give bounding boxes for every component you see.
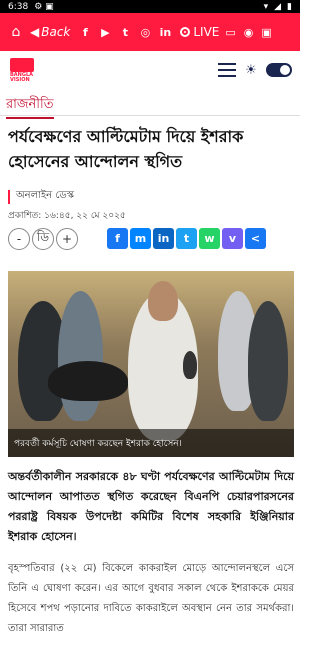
back-arrow-icon: ◀ — [30, 25, 40, 39]
camera-icon[interactable]: ◉ — [244, 26, 254, 39]
back-button[interactable]: ◀ Back — [30, 25, 70, 39]
facebook-icon[interactable]: f — [78, 25, 92, 39]
instagram-icon[interactable]: ◎ — [138, 25, 152, 39]
media-icons: ▭ ◉ ▣ — [225, 26, 271, 39]
status-bar: 6:38 ⚙ ▣ ▾ ◢ ▮ — [0, 0, 300, 13]
bangla-vision-logo[interactable]: BANGLA VISION — [8, 55, 38, 85]
font-reset-button[interactable]: ডি — [32, 228, 54, 250]
menu-icon[interactable] — [218, 63, 236, 77]
status-icons: ⚙ ▣ — [34, 1, 54, 12]
live-button[interactable]: LIVE — [180, 25, 219, 39]
status-time: 6:38 — [8, 1, 29, 12]
font-increase-button[interactable]: + — [56, 228, 78, 250]
messenger-share-icon[interactable]: m — [130, 228, 151, 249]
twitter-icon[interactable]: t — [118, 25, 132, 39]
linkedin-icon[interactable]: in — [158, 25, 172, 39]
divider — [0, 115, 300, 116]
status-right-icons: ▾ ◢ ▮ — [263, 1, 292, 12]
top-navigation-bar: ⌂ ◀ Back f ▶ t ◎ in LIVE ▭ ◉ ▣ — [0, 13, 300, 51]
article-headline: পর্যবেক্ষণের আল্টিমেটাম দিয়ে ইশরাক হোসে… — [8, 127, 244, 171]
home-icon[interactable]: ⌂ — [6, 22, 26, 42]
logo-row: BANGLA VISION ☀ — [0, 51, 300, 89]
tv-icon[interactable]: ▭ — [225, 26, 235, 39]
share-icon[interactable]: < — [245, 228, 266, 249]
twitter-share-icon[interactable]: t — [176, 228, 197, 249]
article-lead: অন্তর্বর্তীকালীন সরকারকে ৪৮ ঘণ্টা পর্যবে… — [8, 470, 294, 543]
author-accent-bar — [8, 189, 10, 204]
linkedin-share-icon[interactable]: in — [153, 228, 174, 249]
font-decrease-button[interactable]: - — [8, 228, 30, 250]
share-buttons: f m in t w v < — [107, 228, 266, 249]
author-name: অনলাইন ডেস্ক — [16, 190, 74, 201]
photo-caption: পরবর্তী কর্মসূচি ঘোষণা করছেন ইশরাক হোসেন… — [8, 429, 294, 457]
article-body: বৃহস্পতিবার (২২ মে) বিকেলে কাকরাইল মোড়ে… — [8, 563, 294, 634]
whatsapp-share-icon[interactable]: w — [199, 228, 220, 249]
image-icon[interactable]: ▣ — [261, 26, 271, 39]
font-size-tools: - ডি + — [8, 228, 78, 250]
author-row: অনলাইন ডেস্ক — [8, 188, 74, 205]
dark-mode-toggle[interactable] — [266, 63, 292, 77]
facebook-share-icon[interactable]: f — [107, 228, 128, 249]
live-label: LIVE — [193, 25, 220, 39]
live-icon — [180, 27, 191, 37]
sun-icon: ☀ — [245, 62, 257, 78]
social-links: f ▶ t ◎ in — [78, 25, 172, 39]
back-label: Back — [41, 25, 71, 39]
youtube-icon[interactable]: ▶ — [98, 25, 112, 39]
viber-share-icon[interactable]: v — [222, 228, 243, 249]
publish-date: প্রকাশিত: ১৬:৪৫, ২২ মে ২০২৫ — [8, 211, 126, 221]
